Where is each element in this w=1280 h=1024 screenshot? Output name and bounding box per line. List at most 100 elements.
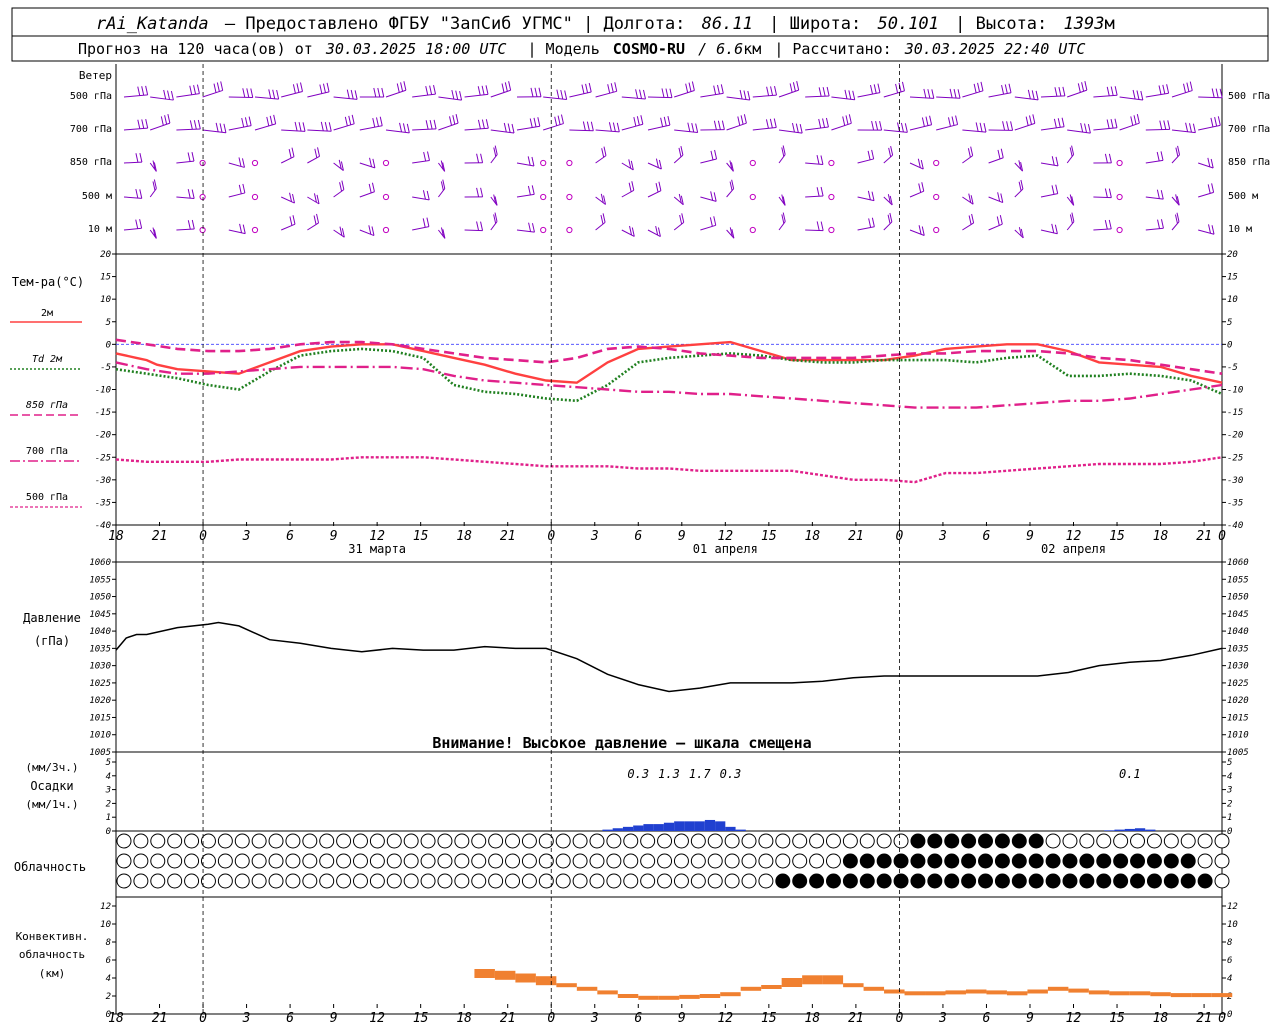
conv-bar [1068,988,1089,993]
cloud-cover-circle [876,873,892,889]
conv-title-1: Конвективн. [16,930,89,943]
conv-bar [494,970,516,980]
cloud-cover-circle [505,833,521,849]
wind-barb [333,189,345,198]
cloud-cover-circle [555,833,571,849]
y-tick-label: 0 [106,340,111,350]
cloud-cover-circle [1011,873,1027,889]
wind-barb-flag [590,121,594,131]
wind-barb-flag [1162,84,1166,95]
y-tick-label: 0 [1227,827,1232,837]
cloud-cover-circle [167,833,183,849]
cloud-cover-circle [369,833,385,849]
wind-barb-flag [216,82,220,92]
wind-barb-flag [709,217,713,227]
wind-barb [595,221,606,231]
wind-barb [700,196,717,202]
wind-barb [595,129,620,133]
calm-wind-circle [566,159,573,167]
wind-barb-flag [713,216,717,226]
cloud-cover-circle [876,853,892,869]
conv-bar [802,975,823,985]
wind-barb-flag [533,117,537,128]
wind-barb-flag [426,190,430,201]
precip-bar [674,821,685,831]
calm-wind-circle [828,226,835,234]
wind-barb [123,196,142,199]
wind-barb-flag [852,90,856,100]
wind-barb [1040,95,1065,98]
wind-barb-flag [560,114,564,124]
wind-barb-flag [429,85,433,95]
cloud-cover-circle [336,853,352,869]
wind-barb-flag [189,120,193,130]
wind-barb-flag [818,87,822,97]
y-tick-label: -5 [100,363,111,373]
cloud-cover-circle [657,853,673,869]
cloud-cover-circle [640,873,656,889]
wind-barb-flag [685,83,689,93]
cloud-cover-circle [910,873,926,889]
y-tick-label: 5 [1227,318,1232,328]
precip-bar [735,829,746,831]
y-tick-label: -10 [95,386,111,396]
y-tick-label: 15 [100,273,111,283]
wind-barb-flag [1051,223,1055,234]
wind-barb-flag [1106,86,1110,96]
wind-barb-flag [373,87,377,98]
wind-barb-flag [476,153,480,163]
cloud-cover-circle [792,853,808,869]
cloud-cover-circle [116,833,132,849]
wind-barb [883,154,893,164]
y-tick-label: 5 [1227,758,1232,768]
temperature-panel: Тем-ра(°C) 2м Td 2м 850 гПа 700 гПа 500 … [10,250,1243,531]
legend-td2m-label: Td 2м [32,354,63,365]
wind-barb-flag [996,216,1000,226]
wind-barb-flag [679,214,683,225]
cloud-cover-circle [200,853,216,869]
wind-barb [1093,228,1112,231]
conv-bar [535,976,557,986]
wind-barb-flag [242,183,246,194]
wind-barb-flag [714,149,718,160]
calm-wind-circle [382,226,390,234]
precip-bar [633,825,644,831]
precip-bar [1134,828,1146,831]
cloud-cover-circle [572,833,588,849]
wind-barb-flag [1054,87,1058,97]
wind-barb [857,196,875,202]
wind-barb [359,229,375,237]
precip-bar [612,828,623,831]
wind-barb-flag [1176,212,1180,222]
wind-barb-flag [242,224,246,234]
day-label: 02 апреля [1041,542,1106,556]
wind-barb [1145,159,1164,164]
y-tick-label: 12 [100,902,111,912]
wind-barb-flag [661,88,665,98]
hour-label: 9 [678,529,686,544]
wind-barb-flag [901,81,905,92]
temperature-legend: 2м Td 2м 850 гПа 700 гПа 500 гПа [10,308,82,508]
cloud-cover-circle [1045,873,1061,889]
y-tick-label: -5 [1227,363,1238,373]
wind-barb-flag [1084,81,1088,91]
wind-barb-flag [1140,90,1144,101]
y-tick-label: 1015 [1227,713,1249,723]
cloud-cover-circle [842,873,858,889]
wind-barb-flag [586,121,590,131]
cloud-cover-rows [116,833,1230,889]
wind-barb-flag [1163,120,1167,130]
wind-barb-flag [970,146,974,156]
calm-wind-circle [382,159,390,167]
y-tick-label: 5 [106,318,111,328]
wind-barb-flag [921,226,925,236]
y-tick-label: 1045 [1227,610,1249,620]
wind-barb-flag [476,187,480,197]
calm-wind-circle [933,226,940,234]
wind-barb-flag [979,122,983,132]
wind-barb [516,162,535,167]
wind-barb-flag [918,183,922,193]
calm-wind-circle [540,159,547,167]
wind-barb-flag [164,115,168,125]
wind-barb-flag [351,114,355,124]
